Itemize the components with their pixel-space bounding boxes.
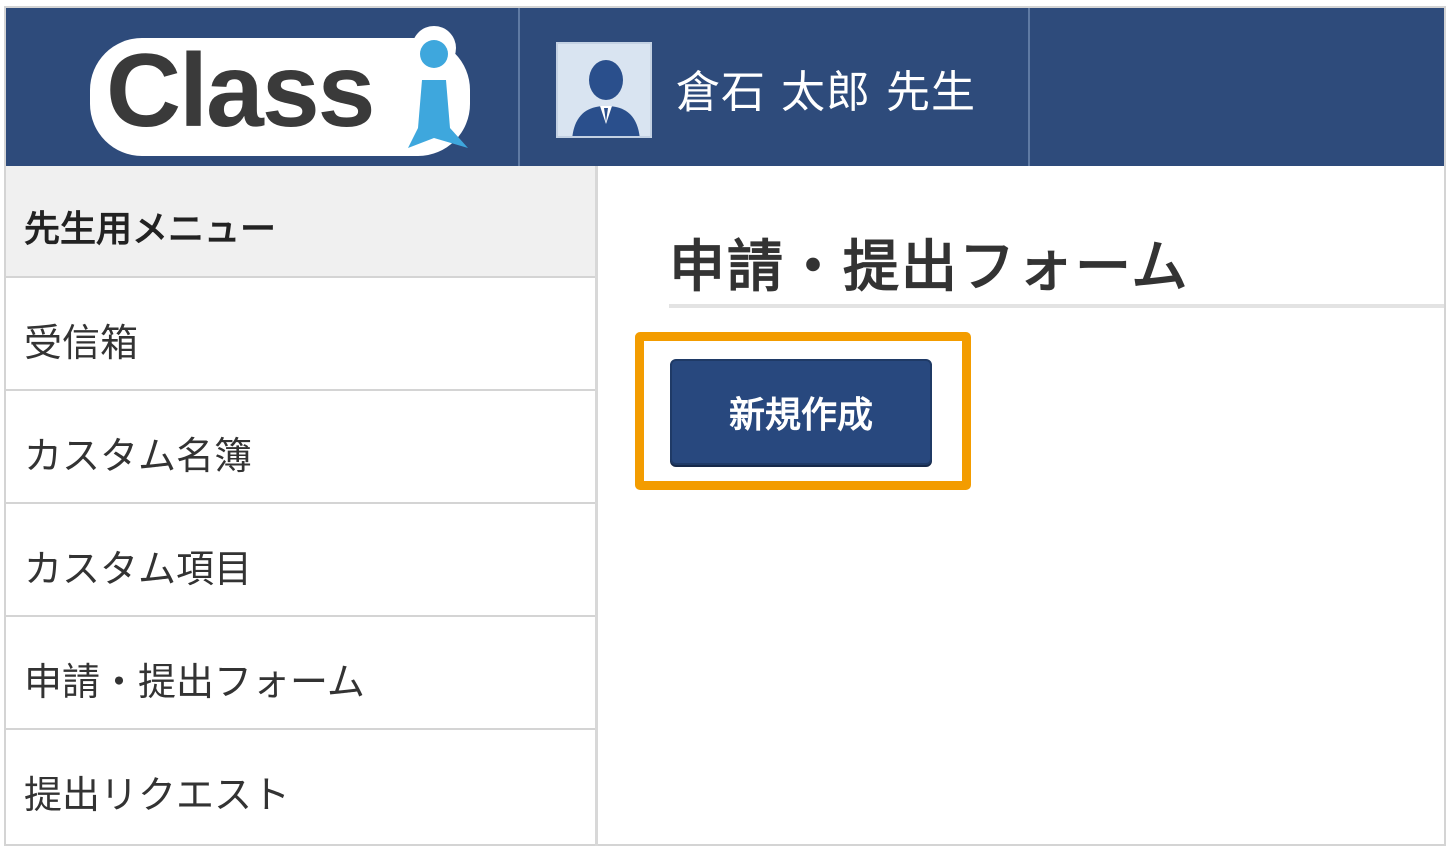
sidebar: 先生用メニュー 受信箱 カスタム名簿 カスタム項目 申請・提出フォーム 提出リク… [6,166,598,846]
title-divider [669,304,1444,308]
sidebar-item-submission-request[interactable]: 提出リクエスト [6,730,595,843]
page-title: 申請・提出フォーム [669,235,1190,300]
user-info[interactable]: 倉石 太郎 先生 [522,8,1030,166]
sidebar-title: 先生用メニュー [6,166,595,278]
top-header: Class 倉石 太郎 先生 [6,8,1444,166]
sidebar-item-application-form[interactable]: 申請・提出フォーム [6,617,595,730]
sidebar-item-custom-roster[interactable]: カスタム名簿 [6,391,595,504]
app-frame: Class 倉石 太郎 先生 先生用メニュー 受信箱 カスタム名簿 カスタム項目… [4,6,1446,846]
sidebar-item-inbox[interactable]: 受信箱 [6,278,595,391]
sidebar-item-custom-fields[interactable]: カスタム項目 [6,504,595,617]
user-avatar-icon [556,42,652,138]
svg-text:Class: Class [106,33,374,149]
user-name: 倉石 太郎 先生 [676,67,976,118]
classi-logo: Class [90,26,470,156]
new-create-button[interactable]: 新規作成 [670,359,932,465]
main-content: 申請・提出フォーム 新規作成 [601,166,1444,846]
logo-area[interactable]: Class [6,8,520,166]
